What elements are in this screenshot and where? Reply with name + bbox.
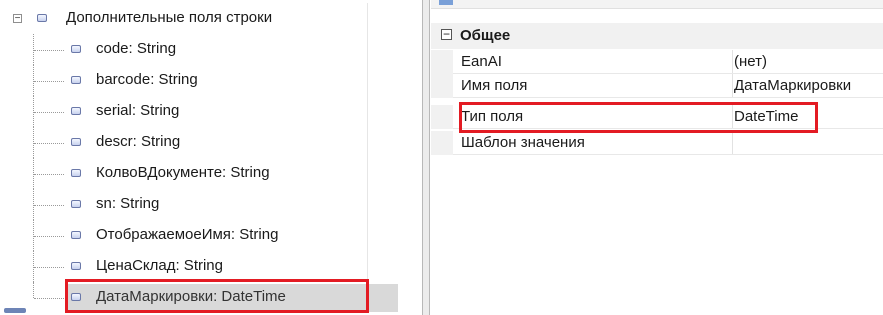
- collapse-category-icon[interactable]: −: [441, 28, 452, 40]
- tree-item[interactable]: ОтображаемоеИмя: String: [0, 220, 400, 251]
- field-node-icon: [71, 169, 81, 177]
- tree-item[interactable]: descr: String: [0, 127, 400, 158]
- property-value[interactable]: (нет): [734, 53, 767, 70]
- property-name: Тип поля: [461, 108, 524, 125]
- tree-item[interactable]: code: String: [0, 34, 400, 65]
- property-name: EanAI: [461, 53, 502, 70]
- tree-item-selected[interactable]: ДатаМаркировки: DateTime: [0, 282, 400, 313]
- tree-item[interactable]: sn: String: [0, 189, 400, 220]
- toolbar-button-icon[interactable]: [439, 0, 453, 5]
- tree-item-label: serial: String: [96, 102, 180, 119]
- panel-corner-icon: [4, 308, 26, 313]
- tree-root-label: Дополнительные поля строки: [66, 9, 273, 26]
- tree-item-label: ОтображаемоеИмя: String: [96, 226, 279, 243]
- category-label: Общее: [460, 27, 511, 44]
- field-node-icon: [71, 138, 81, 146]
- fields-tree: − Дополнительные поля строки code: Strin…: [0, 0, 400, 315]
- property-toolbar: [431, 0, 883, 9]
- tree-item-label: КолвоВДокументе: String: [96, 164, 270, 181]
- field-node-icon: [71, 107, 81, 115]
- field-node-icon: [71, 262, 81, 270]
- property-row[interactable]: Тип поля DateTime: [431, 105, 883, 129]
- tree-item[interactable]: serial: String: [0, 96, 400, 127]
- tree-root-item[interactable]: − Дополнительные поля строки: [0, 3, 400, 34]
- field-node-icon: [71, 45, 81, 53]
- field-node-icon: [71, 76, 81, 84]
- tree-item-label: ДатаМаркировки: DateTime: [96, 288, 286, 305]
- property-value[interactable]: ДатаМаркировки: [734, 77, 851, 94]
- panel-splitter[interactable]: [422, 0, 430, 315]
- tree-item-label: code: String: [96, 40, 177, 57]
- field-node-icon: [71, 293, 81, 301]
- property-row[interactable]: Имя поля ДатаМаркировки: [431, 74, 883, 98]
- tree-item[interactable]: ЦенаСклад: String: [0, 251, 400, 282]
- property-row[interactable]: EanAI (нет): [431, 50, 883, 74]
- tree-item-label: descr: String: [96, 133, 181, 150]
- category-row[interactable]: − Общее: [431, 23, 883, 49]
- field-node-icon: [71, 231, 81, 239]
- tree-item[interactable]: barcode: String: [0, 65, 400, 96]
- property-grid: − Общее EanAI (нет) Имя поля ДатаМаркиро…: [431, 0, 883, 315]
- property-row[interactable]: Шаблон значения: [431, 131, 883, 155]
- tree-item[interactable]: КолвоВДокументе: String: [0, 158, 400, 189]
- property-value[interactable]: DateTime: [734, 108, 798, 125]
- property-name: Имя поля: [461, 77, 528, 94]
- tree-item-label: sn: String: [96, 195, 160, 212]
- field-node-icon: [37, 14, 47, 22]
- tree-item-label: ЦенаСклад: String: [96, 257, 223, 274]
- property-name: Шаблон значения: [461, 134, 585, 151]
- collapse-icon[interactable]: −: [13, 14, 22, 24]
- field-node-icon: [71, 200, 81, 208]
- tree-item-label: barcode: String: [96, 71, 198, 88]
